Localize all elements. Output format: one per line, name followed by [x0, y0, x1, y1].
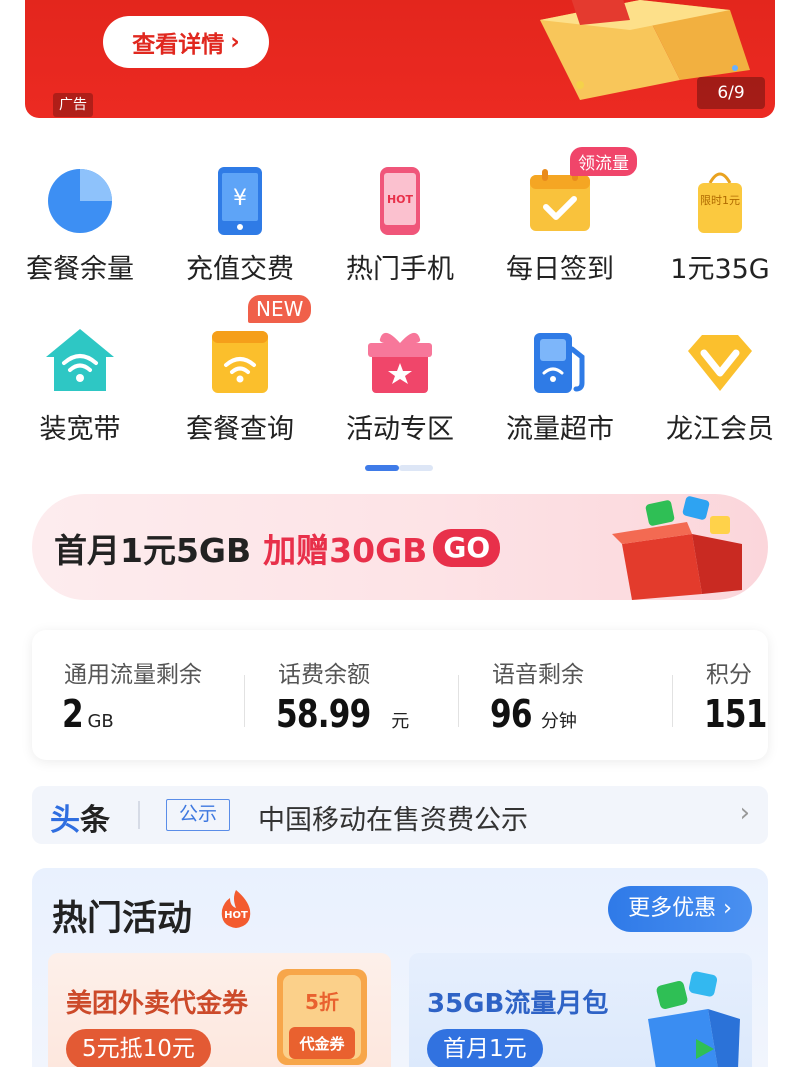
data-gift-illustration: [648, 971, 740, 1067]
divider: [244, 675, 245, 727]
grid-item-label: 1元35G: [670, 254, 770, 285]
stat-value: 151分: [704, 692, 768, 736]
grid-item-label: 龙江会员: [666, 414, 774, 445]
stat-unit: 分钟: [540, 711, 577, 732]
card-button[interactable]: 5元抵10元: [66, 1029, 211, 1067]
grid-item-label: 装宽带: [39, 414, 121, 445]
bag-icon-text: 限时1元: [700, 194, 740, 207]
stat-number: 2: [62, 692, 84, 736]
grid-item-plan-query[interactable]: NEW 套餐查询: [160, 295, 320, 446]
card-title: 美团外卖代金券: [66, 989, 249, 1019]
more-offers-label: 更多优惠: [628, 896, 717, 921]
stat-unit: 元: [391, 711, 410, 732]
get-data-tag: 领流量: [570, 147, 637, 176]
wifi-house-icon: [44, 325, 116, 397]
grid-item-broadband[interactable]: 装宽带: [0, 305, 160, 446]
activity-card-35gb[interactable]: 35GB流量月包 首月1元: [409, 953, 752, 1067]
svg-text:HOT: HOT: [387, 193, 414, 206]
grid-item-label: 活动专区: [346, 414, 454, 445]
grid-item-daily-checkin[interactable]: 领流量 每日签到: [480, 145, 640, 286]
stat-title: 通用流量剩余: [64, 662, 202, 688]
promo-text: 首月1元5GB 加赠30GB GO: [54, 524, 501, 572]
stat-unit: GB: [87, 711, 114, 732]
stat-title: 积分: [706, 662, 752, 688]
headline-logo: 头条: [50, 795, 110, 839]
more-offers-button[interactable]: 更多优惠 ›: [608, 886, 752, 932]
promo-main: 首月1元5GB: [54, 531, 252, 570]
stat-data-remaining[interactable]: 通用流量剩余 2 GB: [32, 630, 244, 760]
gift-icon: [364, 325, 436, 397]
headline-text: 中国移动在售资费公示: [258, 805, 528, 836]
card-button[interactable]: 首月1元: [427, 1029, 543, 1067]
voucher-illustration: 5折 代金券: [277, 969, 367, 1065]
notice-badge: 公示: [166, 799, 231, 831]
grid-item-label: 套餐查询: [186, 414, 294, 445]
stat-points[interactable]: 积分 151分: [674, 630, 768, 760]
stat-number: 96: [490, 692, 533, 736]
stat-voice-remaining[interactable]: 语音剩余 96 分钟: [460, 630, 672, 760]
grid-item-label: 热门手机: [346, 254, 454, 285]
phone-yen-icon: ¥: [204, 165, 276, 237]
grid-item-label: 套餐余量: [26, 254, 134, 285]
fuel-pump-icon: [524, 325, 596, 397]
banner-page-indicator: 6/9: [697, 77, 765, 109]
page-dot-inactive: [399, 465, 433, 471]
stat-number: 151: [704, 692, 767, 736]
vip-diamond-icon: [684, 325, 756, 397]
grid-item-data-market[interactable]: 流量超市: [480, 305, 640, 446]
promo-highlight: 加赠30GB: [263, 531, 428, 570]
voucher-label: 代金券: [298, 1035, 345, 1053]
view-details-button[interactable]: 查看详情 ›: [103, 16, 269, 68]
stat-title: 语音剩余: [492, 662, 584, 688]
section-title: 热门活动: [52, 899, 193, 939]
grid-item-activity-zone[interactable]: 活动专区: [320, 305, 480, 446]
grid-row-1: 套餐余量 ¥ 充值交费 HOT 热门手机 领流量 每日签到 限时1元 1元35G: [0, 145, 800, 305]
promo-banner[interactable]: 首月1元5GB 加赠30GB GO: [32, 494, 768, 600]
stat-value: 96 分钟: [490, 692, 577, 736]
stat-title: 话费余额: [278, 662, 370, 688]
top-banner[interactable]: 查看详情 › 广告 6/9: [25, 0, 775, 118]
divider: [672, 675, 673, 727]
grid-item-1yuan-35g[interactable]: 限时1元 1元35G: [640, 145, 800, 286]
gift-box-illustration: [612, 496, 742, 600]
voucher-discount: 5折: [305, 990, 339, 1014]
service-grid: 套餐余量 ¥ 充值交费 HOT 热门手机 领流量 每日签到 限时1元 1元35G…: [0, 145, 800, 465]
divider: [138, 801, 140, 829]
ad-label: 广告: [53, 93, 93, 117]
view-details-label: 查看详情: [132, 32, 225, 58]
grid-item-label: 每日签到: [506, 254, 614, 285]
grid-page-indicator: [365, 465, 433, 471]
page-dot-active: [365, 465, 399, 471]
go-badge: GO: [433, 529, 501, 567]
hot-activities-section: 热门活动 HOT 更多优惠 › 美团外卖代金券 5元抵10元 5折 代金券 35…: [32, 868, 768, 1067]
shopping-bag-icon: 限时1元: [684, 165, 756, 237]
stat-number: 58.99: [276, 692, 371, 736]
wifi-card-icon: [204, 325, 276, 397]
card-title: 35GB流量月包: [427, 989, 609, 1019]
chevron-right-icon: ›: [230, 29, 240, 55]
hot-phone-icon: HOT: [364, 165, 436, 237]
grid-item-longjiang-member[interactable]: 龙江会员: [640, 305, 800, 446]
new-tag: NEW: [248, 295, 312, 323]
grid-item-recharge[interactable]: ¥ 充值交费: [160, 145, 320, 286]
grid-item-hot-phones[interactable]: HOT 热门手机: [320, 145, 480, 286]
grid-item-label: 流量超市: [506, 414, 614, 445]
hot-flame-label: HOT: [224, 910, 248, 921]
divider: [458, 675, 459, 727]
grid-row-2: 装宽带 NEW 套餐查询 活动专区 流量超市 龙江会员: [0, 295, 800, 465]
grid-item-plan-balance[interactable]: 套餐余量: [0, 145, 160, 286]
stat-balance[interactable]: 话费余额 58.99 元: [246, 630, 458, 760]
chevron-right-icon: ›: [739, 798, 750, 828]
account-stats-card: 通用流量剩余 2GB 话费余额 58.99 元 语音剩余 96 分钟 积分 151分: [32, 630, 768, 760]
hot-flame-icon: HOT: [221, 890, 251, 928]
pie-chart-icon: [44, 165, 116, 237]
activity-card-meituan[interactable]: 美团外卖代金券 5元抵10元 5折 代金券: [48, 953, 391, 1067]
grid-item-label: 充值交费: [186, 254, 294, 285]
headline-bar[interactable]: 头条 公示 中国移动在售资费公示 ›: [32, 786, 768, 844]
stat-value: 58.99 元: [276, 692, 409, 736]
headline-logo-a: 头: [50, 803, 80, 838]
stat-value: 2 GB: [62, 692, 114, 736]
svg-text:¥: ¥: [233, 186, 247, 211]
headline-logo-b: 条: [80, 803, 110, 838]
